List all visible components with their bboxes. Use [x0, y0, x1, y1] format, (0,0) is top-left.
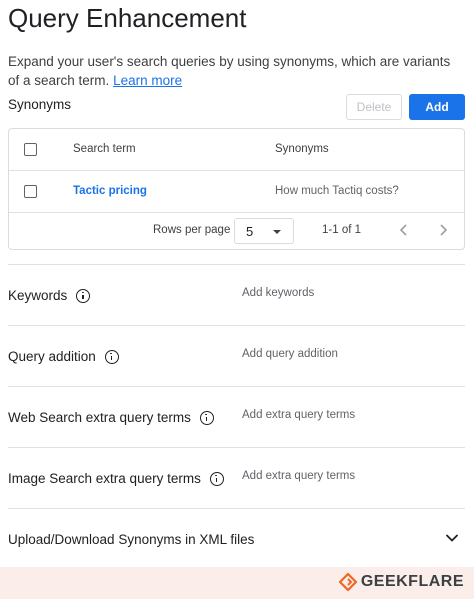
- rows-per-page-label: Rows per page: [153, 224, 231, 236]
- info-icon[interactable]: [199, 410, 214, 425]
- image-search-extra-terms-input[interactable]: Add extra query terms: [242, 470, 355, 482]
- keywords-label: Keywords: [8, 288, 68, 303]
- row-checkbox[interactable]: [24, 185, 37, 198]
- column-header-synonyms[interactable]: Synonyms: [275, 143, 329, 155]
- search-term-cell[interactable]: Tactic pricing: [73, 185, 147, 197]
- synonyms-cell: How much Tactiq costs?: [275, 185, 399, 197]
- brand-logo: GEEKFLARE: [338, 573, 464, 591]
- geekflare-logo-icon: [338, 573, 357, 591]
- info-icon[interactable]: [104, 349, 119, 364]
- synonyms-table: Search term Synonyms Tactic pricing How …: [8, 128, 465, 250]
- rows-per-page-select[interactable]: 5: [234, 218, 294, 244]
- table-pagination: Rows per page 5 1-1 of 1: [9, 213, 464, 250]
- learn-more-link[interactable]: Learn more: [113, 73, 182, 88]
- synonyms-label: Synonyms: [8, 97, 72, 112]
- web-search-extra-terms-section: Web Search extra query terms Add extra q…: [8, 386, 465, 447]
- column-header-search-term[interactable]: Search term: [73, 143, 136, 155]
- upload-download-label: Upload/Download Synonyms in XML files: [8, 532, 255, 547]
- chevron-right-icon[interactable]: [434, 221, 452, 239]
- image-search-extra-terms-label: Image Search extra query terms: [8, 471, 201, 486]
- delete-button[interactable]: Delete: [346, 94, 402, 120]
- upload-download-section[interactable]: Upload/Download Synonyms in XML files: [8, 508, 465, 569]
- query-addition-section: Query addition Add query addition: [8, 325, 465, 386]
- pagination-range: 1-1 of 1: [322, 224, 361, 236]
- footer-banner: GEEKFLARE: [0, 567, 474, 599]
- web-search-extra-terms-label: Web Search extra query terms: [8, 410, 191, 425]
- query-addition-input[interactable]: Add query addition: [242, 348, 338, 360]
- description-text: Expand your user's search queries by usi…: [8, 54, 451, 88]
- keywords-section: Keywords Add keywords: [8, 264, 465, 325]
- info-icon[interactable]: [209, 471, 224, 486]
- select-all-checkbox[interactable]: [24, 143, 37, 156]
- chevron-down-icon[interactable]: [445, 533, 459, 543]
- query-addition-label: Query addition: [8, 349, 96, 364]
- brand-name: GEEKFLARE: [360, 573, 464, 590]
- rows-per-page-value: 5: [246, 224, 254, 239]
- info-icon[interactable]: [76, 288, 91, 303]
- add-button[interactable]: Add: [409, 94, 465, 120]
- image-search-extra-terms-section: Image Search extra query terms Add extra…: [8, 447, 465, 508]
- chevron-left-icon[interactable]: [395, 221, 413, 239]
- page-title: Query Enhancement: [8, 3, 247, 33]
- keywords-input[interactable]: Add keywords: [242, 287, 314, 299]
- table-header-row: Search term Synonyms: [9, 129, 464, 171]
- dropdown-caret-icon: [273, 230, 281, 234]
- page-description: Expand your user's search queries by usi…: [8, 52, 458, 90]
- table-row[interactable]: Tactic pricing How much Tactiq costs?: [9, 171, 464, 213]
- web-search-extra-terms-input[interactable]: Add extra query terms: [242, 409, 355, 421]
